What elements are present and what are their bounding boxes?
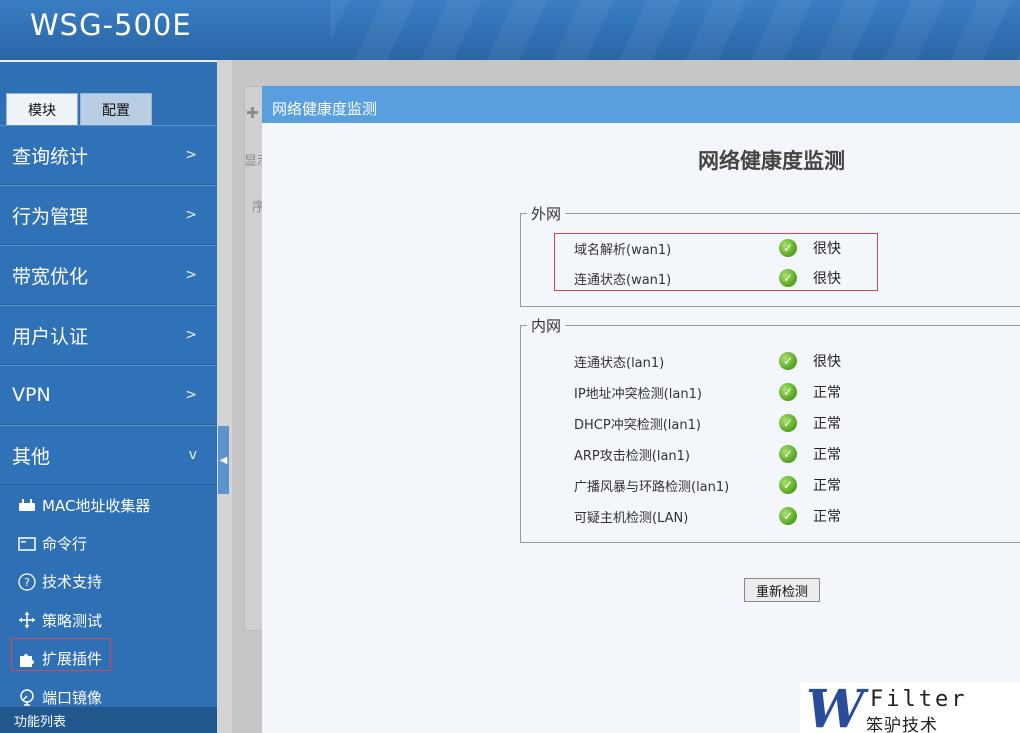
submenu-item-label: 技术支持 <box>42 573 103 592</box>
lan-row-connectivity: 连通状态(lan1) ✓ 很快 <box>574 351 841 371</box>
check-label: 可疑主机检测(LAN) <box>574 510 689 526</box>
check-ok-icon: ✓ <box>779 352 797 370</box>
tab-module[interactable]: 模块 <box>6 93 78 125</box>
modal-title: 网络健康度监测 <box>272 100 378 118</box>
menu-item-query-stats[interactable]: 查询统计 > <box>0 125 217 185</box>
menu-item-bandwidth[interactable]: 带宽优化 > <box>0 245 217 305</box>
svg-text:?: ? <box>24 576 30 589</box>
submenu-item-cli[interactable]: 命令行 <box>0 524 217 562</box>
wan-legend: 外网 <box>531 205 562 223</box>
wan-highlight-box <box>554 233 878 291</box>
menu-item-label: 用户认证 <box>12 325 89 348</box>
menu-item-label: 其他 <box>12 445 51 468</box>
submenu-item-label: MAC地址收集器 <box>42 496 151 515</box>
brand-title: WSG-500E <box>30 8 192 42</box>
lan-row-dhcp-conflict: DHCP冲突检测(lan1) ✓ 正常 <box>574 413 841 433</box>
function-list-footer: 功能列表 <box>0 707 217 733</box>
terminal-icon <box>16 534 38 554</box>
tab-config[interactable]: 配置 <box>80 93 152 125</box>
health-monitor-modal: 网络健康度监测 网络健康度监测 外网 域名解析(wan1) ✓ 很快 连通状态(… <box>262 86 1020 733</box>
submenu-item-support[interactable]: ? 技术支持 <box>0 563 217 601</box>
logo-text-en: Filter <box>870 687 968 712</box>
lan-row-ip-conflict: IP地址冲突检测(lan1) ✓ 正常 <box>574 382 841 402</box>
lan-legend: 内网 <box>531 317 562 335</box>
submenu-item-label: 命令行 <box>42 535 88 554</box>
menu-item-user-auth[interactable]: 用户认证 > <box>0 305 217 365</box>
menu-item-label: 带宽优化 <box>12 265 89 288</box>
check-ok-icon: ✓ <box>779 414 797 432</box>
modal-title-bar: 网络健康度监测 <box>262 86 1020 123</box>
recheck-button[interactable]: 重新检测 <box>744 578 820 602</box>
lan-row-arp-attack: ARP攻击检测(lan1) ✓ 正常 <box>574 444 841 464</box>
check-status: 正常 <box>813 447 841 463</box>
check-ok-icon: ✓ <box>779 445 797 463</box>
lan-row-broadcast-storm: 广播风暴与环路检测(lan1) ✓ 正常 <box>574 475 841 495</box>
page-title: 网络健康度监测 <box>698 148 845 173</box>
logo-text-cn: 笨驴技术 <box>866 716 938 733</box>
watermark-logo: W Filter 笨驴技术 <box>800 679 1020 733</box>
check-label: IP地址冲突检测(lan1) <box>574 386 702 402</box>
mirror-icon <box>16 687 38 707</box>
check-status: 正常 <box>813 509 841 525</box>
chevron-right-icon: > <box>185 387 197 403</box>
chevron-right-icon: > <box>185 267 197 283</box>
check-ok-icon: ✓ <box>779 476 797 494</box>
chevron-right-icon: > <box>185 147 197 163</box>
chevron-left-icon: ◀ <box>219 454 228 466</box>
check-status: 正常 <box>813 478 841 494</box>
check-label: DHCP冲突检测(lan1) <box>574 417 701 433</box>
check-status: 正常 <box>813 385 841 401</box>
sidebar-collapse-handle[interactable]: ◀ <box>218 426 229 494</box>
router-icon <box>16 495 38 515</box>
selected-item-highlight <box>11 638 111 671</box>
check-label: 广播风暴与环路检测(lan1) <box>574 479 730 495</box>
sidebar-tabs: 模块 配置 <box>6 93 152 125</box>
menu-item-other[interactable]: 其他 v <box>0 425 217 485</box>
logo-mark: W <box>806 679 865 733</box>
submenu-item-mac-collector[interactable]: MAC地址收集器 <box>0 486 217 524</box>
check-label: 连通状态(lan1) <box>574 355 665 371</box>
check-status: 正常 <box>813 416 841 432</box>
sidebar-menu: 查询统计 > 行为管理 > 带宽优化 > 用户认证 > VPN > 其他 v <box>0 125 217 485</box>
puzzle-icon: ✚ <box>246 104 259 122</box>
menu-item-behavior[interactable]: 行为管理 > <box>0 185 217 245</box>
chevron-down-icon: v <box>188 447 197 463</box>
top-header: WSG-500E <box>0 0 1020 60</box>
menu-item-label: 查询统计 <box>12 145 89 168</box>
lan-row-suspicious-host: 可疑主机检测(LAN) ✓ 正常 <box>574 506 841 526</box>
move-icon <box>16 610 38 630</box>
chevron-right-icon: > <box>185 207 197 223</box>
menu-item-vpn[interactable]: VPN > <box>0 365 217 425</box>
submenu-item-policy-test[interactable]: 策略测试 <box>0 601 217 639</box>
chevron-right-icon: > <box>185 327 197 343</box>
check-status: 很快 <box>813 354 841 370</box>
submenu-item-label: 策略测试 <box>42 611 103 630</box>
help-icon: ? <box>16 572 38 592</box>
check-ok-icon: ✓ <box>779 383 797 401</box>
menu-item-label: VPN <box>12 384 51 406</box>
menu-item-label: 行为管理 <box>12 205 89 228</box>
sidebar-submenu: MAC地址收集器 命令行 ? 技术支持 策略测试 扩展插件 端口镜像 <box>0 486 217 716</box>
submenu-item-label: 端口镜像 <box>42 688 103 707</box>
check-label: ARP攻击检测(lan1) <box>574 448 690 464</box>
check-ok-icon: ✓ <box>779 507 797 525</box>
